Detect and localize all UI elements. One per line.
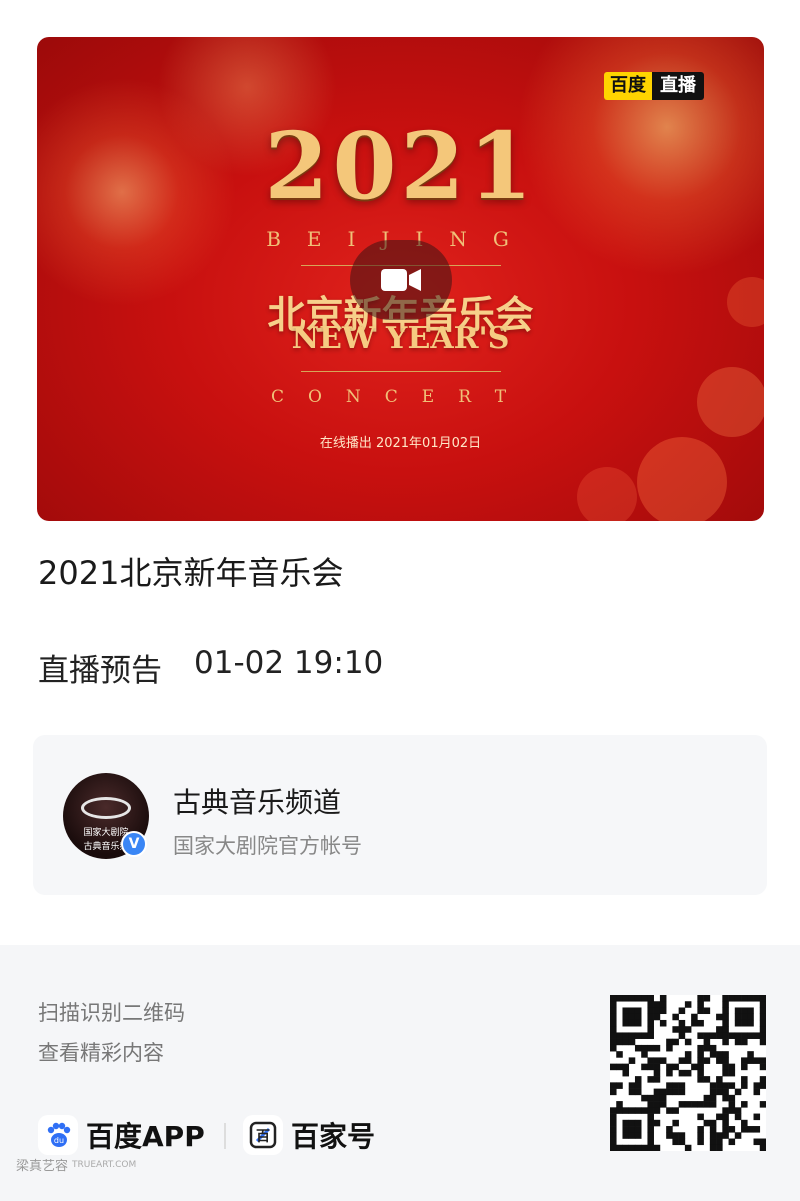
poster-airdate: 在线播出 2021年01月02日 [319, 436, 482, 451]
bokeh-decoration [577, 467, 637, 521]
badge-right-label: 直播 [652, 72, 704, 100]
poster-concert: CONCERT [270, 387, 531, 407]
baidu-app-brand: du 百度APP [38, 1115, 205, 1155]
baidu-live-badge: 百度 直播 [604, 72, 704, 100]
baijiahao-brand: 百 百家号 [243, 1115, 375, 1155]
preview-label: 直播预告 [38, 653, 162, 689]
svg-text:du: du [54, 1136, 64, 1145]
baijiahao-icon: 百 [243, 1115, 283, 1155]
qr-code[interactable] [610, 995, 767, 1152]
baijiahao-label: 百家号 [291, 1120, 376, 1153]
poster-divider [301, 371, 501, 372]
poster-year: 2021 [264, 112, 537, 220]
scan-hint-line2: 查看精彩内容 [38, 1041, 164, 1065]
verified-icon: V [121, 831, 147, 857]
avatar[interactable]: 国家大剧院 古典音乐频 V [63, 773, 149, 859]
preview-time: 01-02 19:10 [194, 645, 384, 681]
avatar-logo-ring [81, 797, 131, 819]
live-preview-row: 直播预告 01-02 19:10 [38, 645, 383, 690]
account-subtitle: 国家大剧院官方帐号 [173, 834, 362, 858]
watermark-text: 梁真艺容 [16, 1159, 69, 1174]
badge-left-label: 百度 [604, 72, 652, 100]
baidu-paw-icon: du [38, 1115, 78, 1155]
svg-text:百: 百 [256, 1129, 270, 1145]
account-name[interactable]: 古典音乐频道 [173, 781, 341, 821]
watermark: 梁真艺容 TRUEART.COM [16, 1155, 136, 1174]
watermark-sub: TRUEART.COM [72, 1159, 137, 1170]
footer: 扫描识别二维码 查看精彩内容 du 百度APP 百 百家号 梁真艺容 TRUEA… [0, 945, 800, 1201]
scan-hint-line1: 扫描识别二维码 [38, 1001, 185, 1025]
baidu-app-label: 百度APP [86, 1120, 205, 1153]
qr-code-icon [610, 995, 767, 1152]
poster-english-title: NEW YEAR'S [291, 321, 510, 356]
video-camera-icon [381, 269, 421, 291]
play-video-button[interactable] [350, 240, 452, 320]
live-title: 2021北京新年音乐会 [38, 554, 344, 592]
live-poster[interactable]: 百度 直播 2021 BEIJING 北京新年音乐会 NEW YEAR'S CO… [37, 37, 764, 521]
account-card[interactable]: 国家大剧院 古典音乐频 V 古典音乐频道 国家大剧院官方帐号 [33, 735, 767, 895]
brand-divider [224, 1123, 226, 1149]
